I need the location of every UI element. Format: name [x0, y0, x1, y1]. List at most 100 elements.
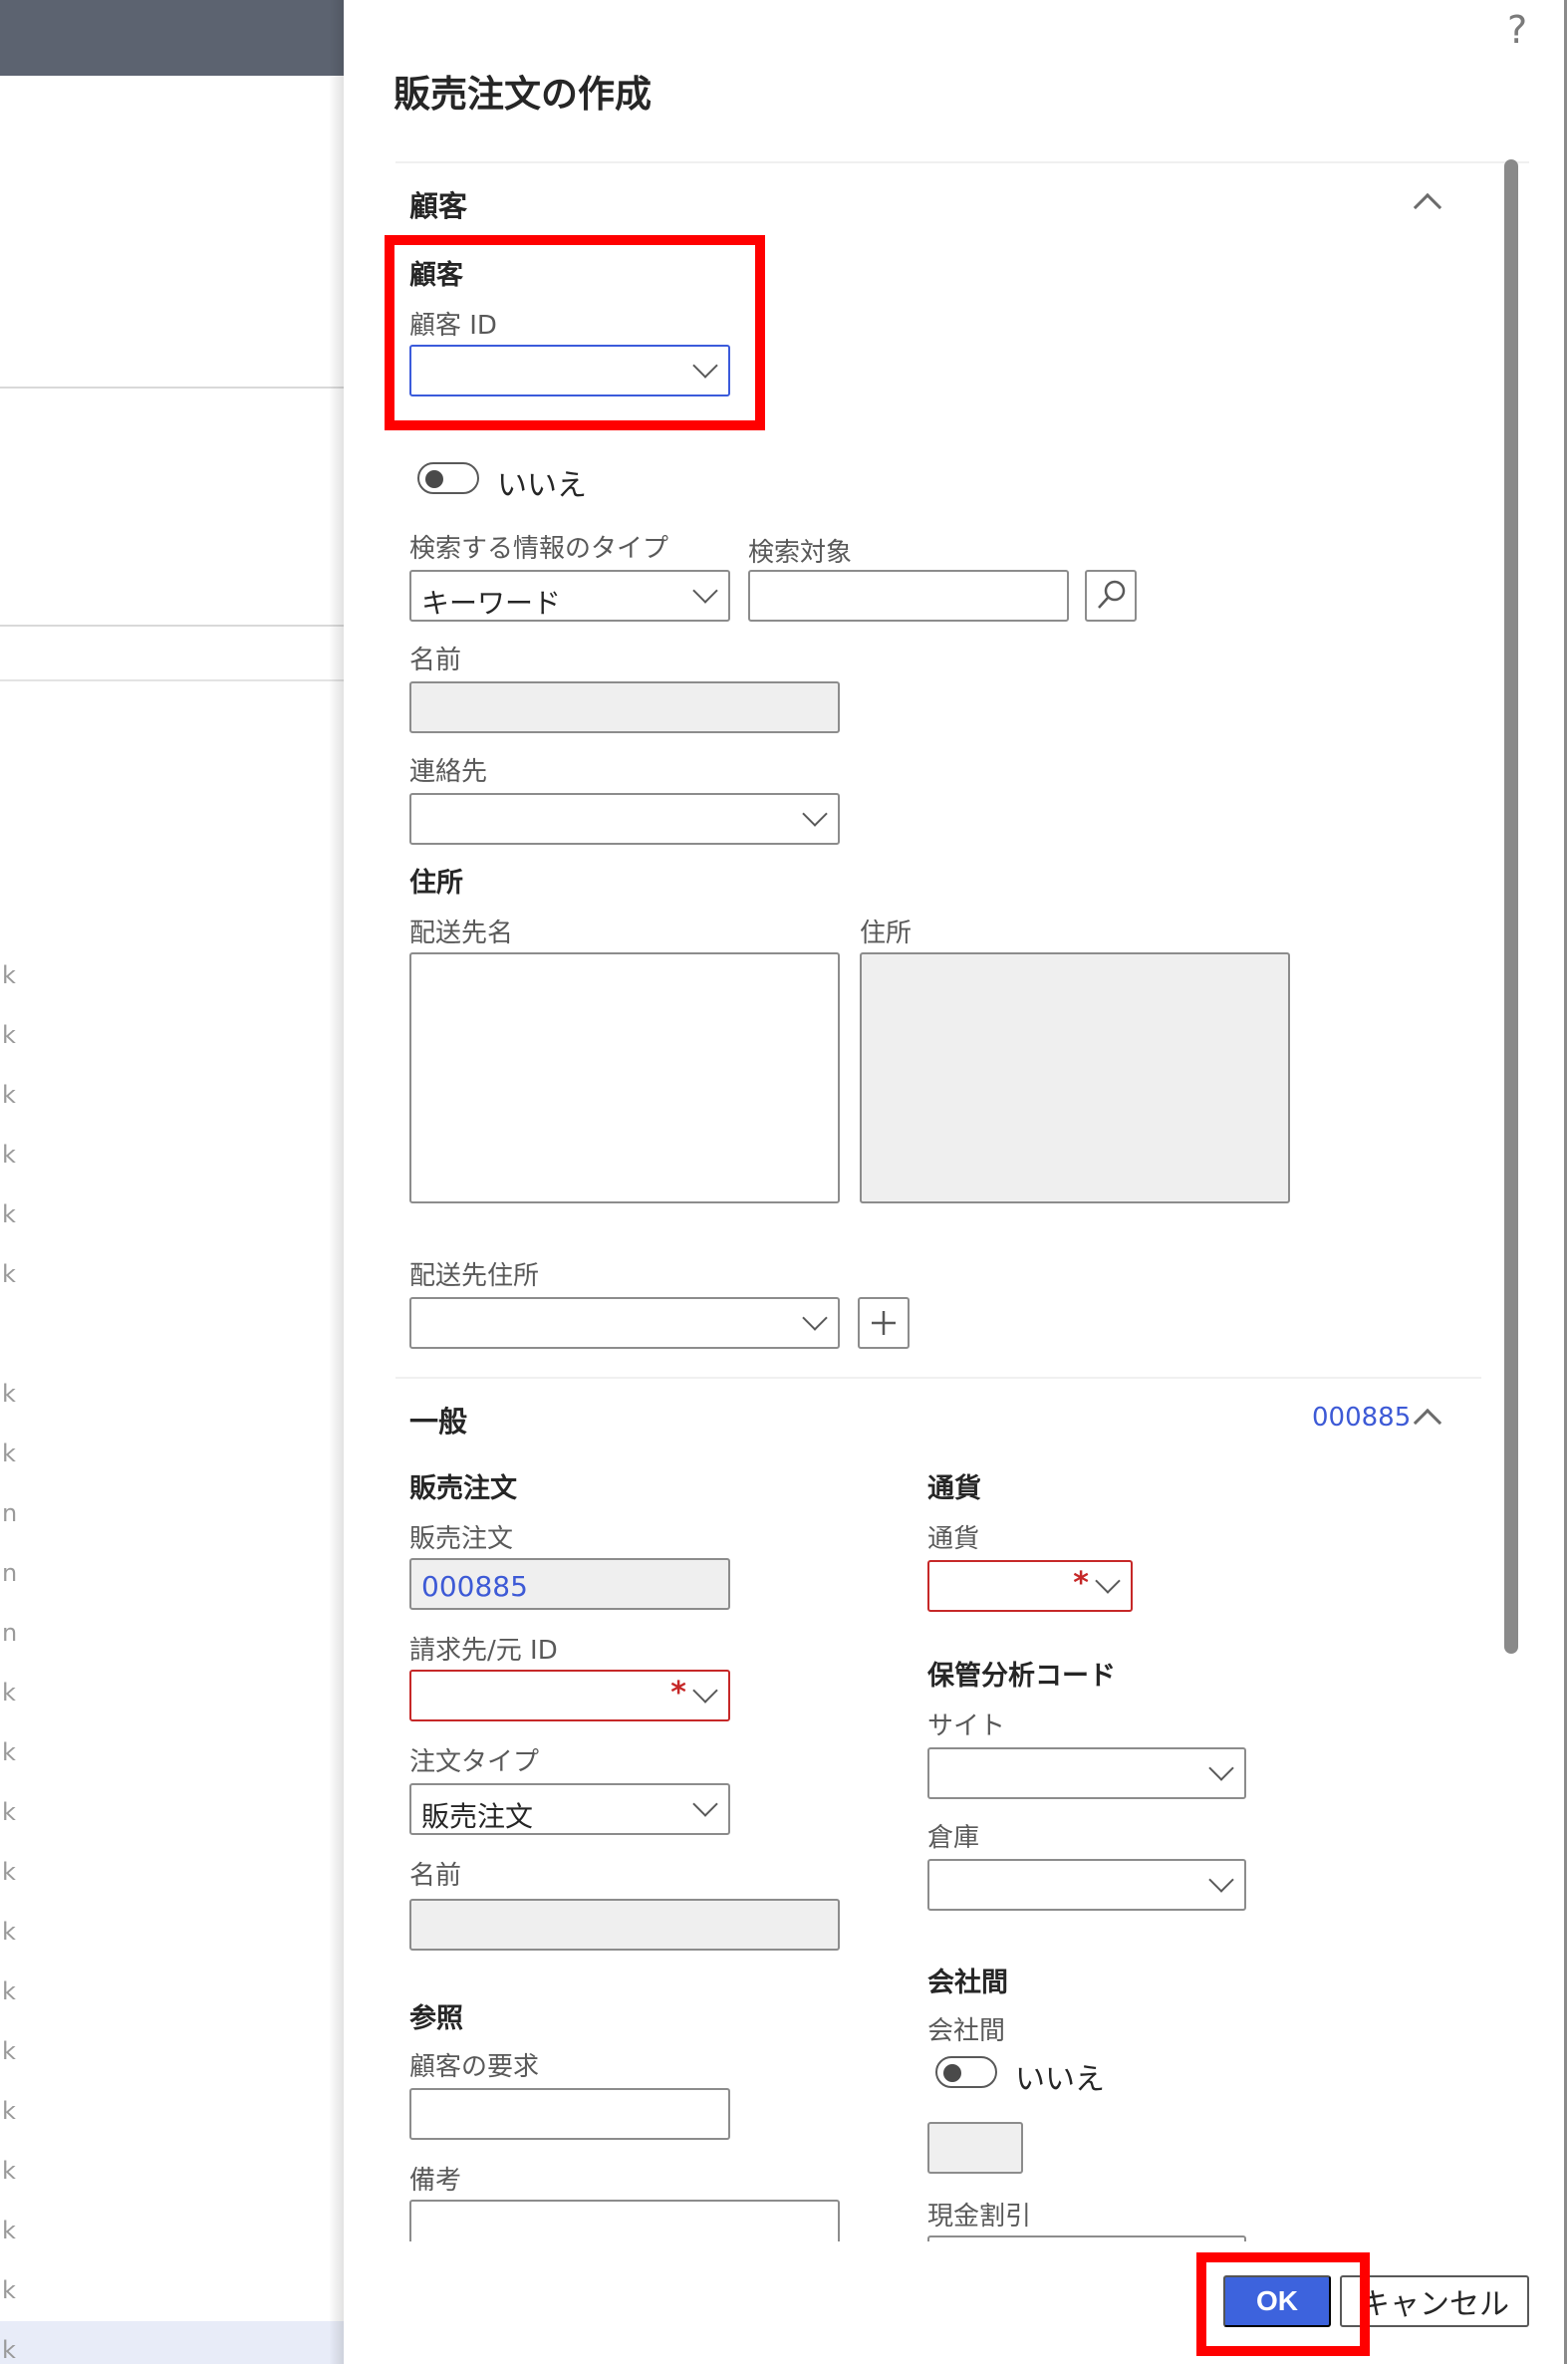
background-list-item: k	[2, 2097, 16, 2125]
background-list-item: k	[2, 1260, 16, 1288]
group-title-intercompany: 会社間	[927, 1968, 1008, 1998]
order-type-select[interactable]: 販売注文	[409, 1783, 730, 1835]
intercompany-toggle[interactable]	[935, 2056, 997, 2088]
background-list-item: k	[2, 1200, 16, 1228]
highlight-ok-button	[1196, 2252, 1370, 2356]
ship-name-textarea[interactable]	[409, 952, 840, 1203]
search-type-value: キーワード	[421, 587, 562, 620]
address-label: 住所	[860, 919, 913, 948]
group-title-currency: 通貨	[927, 1473, 981, 1504]
background-list-item: k	[2, 1380, 16, 1408]
address-textarea	[860, 952, 1290, 1203]
section-divider	[395, 1377, 1481, 1379]
invoice-account-select[interactable]: *	[409, 1670, 730, 1721]
chevron-down-icon[interactable]	[1208, 1867, 1234, 1893]
chevron-down-icon[interactable]	[692, 1791, 718, 1817]
chevron-down-icon[interactable]	[802, 1305, 828, 1331]
background-list-item: k	[2, 1141, 16, 1169]
currency-label: 通貨	[927, 1524, 980, 1554]
search-type-label: 検索する情報のタイプ	[409, 534, 669, 564]
name-field	[409, 681, 840, 733]
remarks-label: 備考	[409, 2166, 462, 2196]
cash-discount-label: 現金割引	[927, 2202, 1032, 2232]
background-list-item: k	[2, 1679, 16, 1707]
plus-icon	[872, 1311, 896, 1335]
section-title-customer[interactable]: 顧客	[409, 183, 467, 225]
background-list-item: k	[2, 1858, 16, 1886]
dialog-title: 販売注文の作成	[393, 73, 652, 116]
background-list-item: k	[2, 961, 16, 989]
customer-requisition-input[interactable]	[409, 2088, 730, 2140]
chevron-down-icon[interactable]	[1208, 1755, 1234, 1781]
vertical-scrollbar[interactable]	[1504, 159, 1518, 1654]
order-type-label: 注文タイプ	[409, 1747, 540, 1777]
required-mark: *	[670, 1676, 686, 1710]
onetime-customer-toggle[interactable]	[417, 462, 479, 494]
chevron-down-icon[interactable]	[692, 578, 718, 604]
chevron-down-icon[interactable]	[802, 801, 828, 827]
group-title-reference: 参照	[409, 2003, 463, 2034]
contact-label: 連絡先	[409, 757, 488, 787]
onetime-customer-toggle-text: いいえ	[497, 468, 587, 503]
background-list-item: n	[2, 1559, 18, 1587]
background-divider	[0, 387, 344, 389]
background-list-item: n	[2, 1499, 18, 1527]
order-type-value: 販売注文	[421, 1800, 534, 1833]
chevron-down-icon[interactable]	[692, 1678, 718, 1704]
add-address-button[interactable]	[858, 1297, 910, 1349]
toggle-knob	[425, 470, 443, 488]
background-divider	[0, 625, 344, 627]
ship-address-select[interactable]	[409, 1297, 840, 1349]
search-target-label: 検索対象	[748, 538, 853, 568]
sales-order-value: 000885	[421, 1570, 528, 1603]
currency-select[interactable]: *	[927, 1560, 1133, 1612]
sales-order-field: 000885	[409, 1558, 730, 1610]
site-label: サイト	[927, 1711, 1006, 1741]
intercompany-field	[927, 2122, 1023, 2174]
customer-requisition-label: 顧客の要求	[409, 2052, 540, 2082]
collapse-customer-icon[interactable]	[1413, 192, 1442, 222]
background-list-item: k	[2, 2157, 16, 2185]
remarks-input[interactable]	[409, 2200, 840, 2241]
background-list-item: k	[2, 1021, 16, 1049]
contact-select[interactable]	[409, 793, 840, 845]
panel-shadow	[329, 0, 345, 2364]
general-summary: 000885	[1312, 1403, 1412, 1433]
background-list-item: k	[2, 1738, 16, 1766]
warehouse-label: 倉庫	[927, 1823, 980, 1853]
search-target-input[interactable]	[748, 570, 1069, 622]
dialog-scroll-area[interactable]: 顧客 顧客 顧客 ID 一時顧客 いいえ 検索する情報のタイプ 検索対象 キーワ…	[344, 149, 1568, 2241]
site-select[interactable]	[927, 1747, 1246, 1799]
toggle-knob	[943, 2064, 961, 2082]
invoice-account-label: 請求先/元 ID	[409, 1636, 558, 1666]
group-title-address: 住所	[409, 868, 463, 899]
background-list-item: k	[2, 1081, 16, 1109]
group-title-storage-dimensions: 保管分析コード	[927, 1661, 1116, 1692]
background-page: kkkkkkkknnnkkkkkkkkkkkk	[0, 0, 344, 2364]
background-list-item: n	[2, 1619, 18, 1647]
cash-discount-select[interactable]	[927, 2235, 1246, 2241]
background-list-item: k	[2, 1440, 16, 1467]
name-label: 名前	[409, 646, 462, 675]
intercompany-label: 会社間	[927, 2016, 1006, 2046]
sales-order-label: 販売注文	[409, 1524, 514, 1554]
ship-address-label: 配送先住所	[409, 1261, 540, 1291]
background-list-item: k	[2, 2276, 16, 2304]
background-divider	[0, 679, 344, 681]
background-list-item: k	[2, 2037, 16, 2065]
search-icon	[1098, 580, 1126, 609]
search-type-select[interactable]: キーワード	[409, 570, 730, 622]
background-list-item: k	[2, 1798, 16, 1826]
background-list-item: k	[2, 1977, 16, 2005]
intercompany-toggle-text: いいえ	[1015, 2062, 1105, 2097]
chevron-down-icon[interactable]	[1095, 1568, 1121, 1594]
search-button[interactable]	[1085, 570, 1137, 622]
collapse-general-icon[interactable]	[1413, 1408, 1442, 1438]
section-title-general[interactable]: 一般	[409, 1399, 467, 1441]
section-divider	[395, 161, 1529, 163]
help-icon[interactable]: ?	[1507, 8, 1527, 52]
warehouse-select[interactable]	[927, 1859, 1246, 1911]
background-header	[0, 0, 344, 76]
background-list-item: k	[0, 2321, 344, 2364]
background-list-item: k	[2, 2217, 16, 2244]
